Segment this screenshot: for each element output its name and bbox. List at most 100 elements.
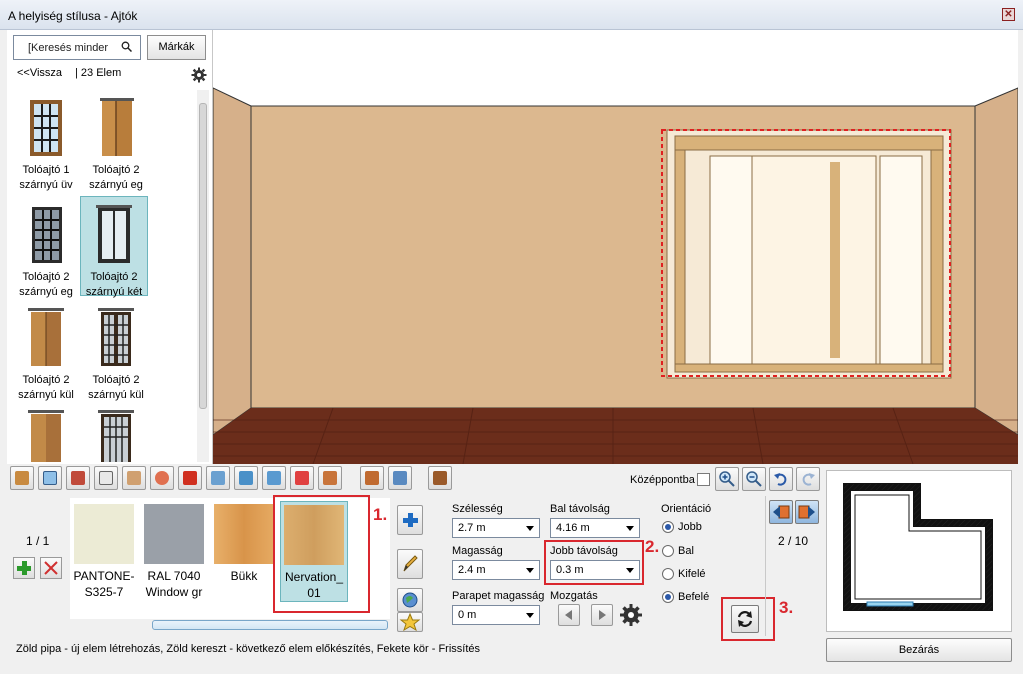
- wardrobe-tool-icon[interactable]: [428, 466, 452, 490]
- brick-tool-icon[interactable]: [360, 466, 384, 490]
- material-item[interactable]: Bükk: [212, 504, 276, 584]
- plan-prev-icon[interactable]: [769, 500, 793, 524]
- redo-icon[interactable]: [796, 467, 820, 491]
- wood-door-thumbnail: [96, 98, 136, 158]
- element-label: szárnyú kül: [18, 389, 74, 401]
- add-element-button[interactable]: [13, 557, 35, 579]
- grid-glass-door-thumbnail: [96, 410, 136, 462]
- lamp-tool-icon[interactable]: [150, 466, 174, 490]
- gear-icon[interactable]: [191, 67, 207, 83]
- double-wood-door-thumbnail: [26, 308, 66, 368]
- element-label: Tolóajtó 2: [92, 374, 140, 386]
- sink-tool-icon[interactable]: [122, 466, 146, 490]
- zoom-out-icon[interactable]: [742, 467, 766, 491]
- material-label: Bükk: [230, 569, 258, 583]
- element-label: szárnyú üv: [19, 179, 73, 191]
- move-label: Mozgatás: [550, 590, 598, 602]
- material-item[interactable]: RAL 7040 Window gr: [142, 504, 206, 600]
- left-distance-select[interactable]: 4.16 m: [550, 518, 640, 538]
- orientation-left-label: Bal: [678, 545, 694, 557]
- element-grid: Tolóajtó 1 szárnyú üv Tolóajtó 2 szárnyú…: [10, 90, 198, 462]
- undo-icon[interactable]: [769, 467, 793, 491]
- element-item[interactable]: [82, 402, 150, 462]
- element-item[interactable]: Tolóajtó 2 szárnyú eg: [12, 197, 80, 298]
- zoom-in-icon[interactable]: [715, 467, 739, 491]
- material-label: S325-7: [84, 585, 124, 599]
- center-checkbox[interactable]: [697, 473, 710, 486]
- tile-tool-icon[interactable]: [388, 466, 412, 490]
- element-label: szárnyú kül: [88, 389, 144, 401]
- annotation-label-1: 1.: [373, 505, 388, 524]
- brands-button[interactable]: Márkák: [147, 35, 206, 60]
- floor-tool-icon[interactable]: [234, 466, 258, 490]
- material-item[interactable]: PANTONE- S325-7: [72, 504, 136, 600]
- material-label: PANTONE-: [73, 569, 135, 583]
- element-item[interactable]: [12, 402, 80, 462]
- material-scroll-thumb[interactable]: [152, 620, 388, 630]
- orientation-left-radio[interactable]: [662, 545, 674, 557]
- window-tool-icon[interactable]: [38, 466, 62, 490]
- element-label: Tolóajtó 2: [22, 271, 70, 283]
- door-tool-icon[interactable]: [10, 466, 34, 490]
- annotation-box-3: [721, 597, 775, 641]
- orientation-outward-label: Kifelé: [678, 568, 706, 580]
- material-swatch: [214, 504, 274, 564]
- dark-glass-door-thumbnail: [26, 205, 66, 265]
- parapet-select[interactable]: 0 m: [452, 605, 540, 625]
- material-page-indicator: 1 / 1: [26, 534, 50, 548]
- plan-next-icon[interactable]: [795, 500, 819, 524]
- move-right-icon[interactable]: [591, 604, 613, 626]
- wall-tool-icon[interactable]: [318, 466, 342, 490]
- curtain-tool-icon[interactable]: [290, 466, 314, 490]
- annotation-box-1: [273, 495, 370, 613]
- picture-tool-icon[interactable]: [206, 466, 230, 490]
- search-placeholder: [Keresés minder: [28, 42, 109, 54]
- orientation-inward-radio[interactable]: [662, 591, 674, 603]
- search-input[interactable]: [Keresés minder: [13, 35, 141, 60]
- orientation-outward-radio[interactable]: [662, 568, 674, 580]
- element-item[interactable]: Tolóajtó 2 szárnyú kül: [82, 300, 150, 401]
- close-button[interactable]: Bezárás: [826, 638, 1012, 662]
- next-element-button[interactable]: [40, 557, 62, 579]
- width-select[interactable]: 2.7 m: [452, 518, 540, 538]
- element-label: Tolóajtó 2: [92, 164, 140, 176]
- orientation-label: Orientáció: [661, 503, 712, 515]
- edit-pencil-icon[interactable]: [397, 549, 423, 579]
- frame-tool-icon[interactable]: [66, 466, 90, 490]
- move-settings-gear-icon[interactable]: [619, 603, 643, 627]
- divider: [765, 496, 766, 636]
- favorite-star-icon[interactable]: [397, 612, 423, 632]
- material-swatch: [144, 504, 204, 564]
- close-window-icon[interactable]: ✕: [1002, 8, 1015, 21]
- element-item[interactable]: Tolóajtó 2 szárnyú kül: [12, 300, 80, 401]
- material-label: Window gr: [145, 585, 203, 599]
- ceiling-tool-icon[interactable]: [262, 466, 286, 490]
- room-3d-view[interactable]: [213, 30, 1018, 464]
- item-count: | 23 Elem: [75, 67, 122, 79]
- element-item[interactable]: Tolóajtó 2 szárnyú eg: [82, 90, 150, 191]
- annotation-label-3: 3.: [779, 598, 794, 617]
- globe-icon[interactable]: [397, 588, 423, 612]
- element-label: szárnyú eg: [89, 179, 143, 191]
- parapet-label: Parapet magasság: [452, 590, 545, 602]
- element-label: Tolóajtó 2: [22, 374, 70, 386]
- panel-tool-icon[interactable]: [94, 466, 118, 490]
- browser-scroll-thumb[interactable]: [199, 103, 207, 409]
- floor-plan-preview[interactable]: [826, 470, 1012, 632]
- left-distance-value: 4.16 m: [556, 522, 590, 534]
- add-icon[interactable]: [397, 505, 423, 535]
- move-left-icon[interactable]: [558, 604, 580, 626]
- height-select[interactable]: 2.4 m: [452, 560, 540, 580]
- width-label: Szélesség: [452, 503, 503, 515]
- back-link[interactable]: <<Vissza: [17, 67, 62, 79]
- grid-glass-door-thumbnail: [96, 308, 136, 368]
- element-item-selected[interactable]: Tolóajtó 2 szárnyú két: [80, 196, 148, 298]
- width-value: 2.7 m: [458, 522, 486, 534]
- title-bar: [0, 0, 1023, 30]
- element-item[interactable]: Tolóajtó 1 szárnyú üv: [12, 90, 80, 191]
- element-label: Tolóajtó 1: [22, 164, 70, 176]
- orientation-right-radio[interactable]: [662, 521, 674, 533]
- paint-tool-icon[interactable]: [178, 466, 202, 490]
- center-label: Középpontba: [630, 474, 695, 486]
- element-label: szárnyú eg: [19, 286, 73, 298]
